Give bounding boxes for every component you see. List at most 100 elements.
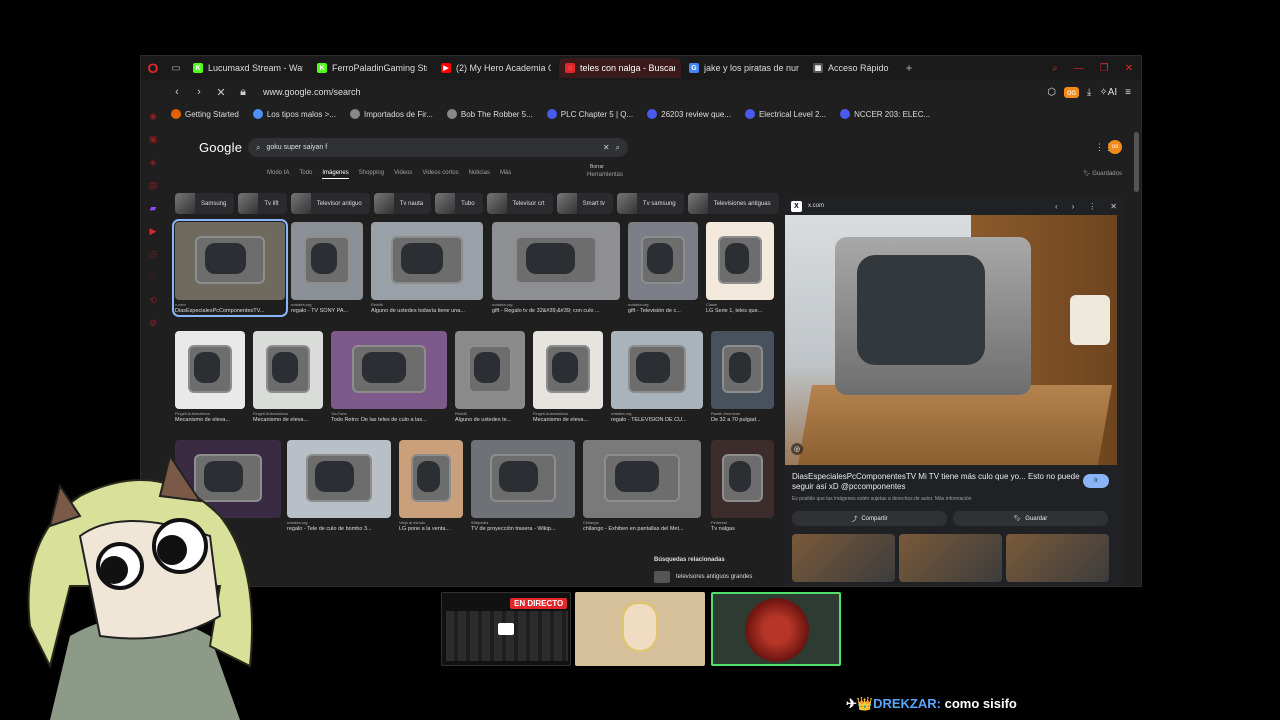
filter-chip[interactable]: Televisiones antiguas	[687, 193, 779, 214]
image-result[interactable]: Fingell Automations Mecanismo de eleva...	[175, 331, 245, 423]
image-result[interactable]: notabra.org regalo - Tele de culo de bomb…	[287, 440, 391, 532]
image-result[interactable]: Reddit Alguno de ustedes te...	[455, 331, 525, 423]
result-source[interactable]: Fingell Automations	[533, 411, 603, 416]
preview-source[interactable]: x.com	[808, 203, 824, 209]
result-thumbnail[interactable]	[291, 222, 363, 300]
result-source[interactable]: notabra.org	[291, 302, 363, 307]
related-image-1[interactable]	[792, 534, 895, 582]
sidebar-game-icon[interactable]: ◈	[147, 156, 159, 168]
result-caption[interactable]: DiasEspecialesPcComponentesTV...	[175, 308, 285, 314]
result-caption[interactable]: Mecanismo de eleva...	[175, 417, 245, 423]
result-source[interactable]: Reddit	[371, 302, 483, 307]
image-result[interactable]: notabra.org gift - Televisión de c...	[628, 222, 698, 314]
search-query[interactable]: goku super saiyan f	[266, 144, 596, 151]
result-source[interactable]: notabra.org	[628, 302, 698, 307]
menu-icon[interactable]: ≡	[1125, 87, 1131, 98]
browser-tab[interactable]: Gjake y los piratas de nunc	[683, 58, 805, 78]
filter-chip[interactable]: Tv lift	[238, 193, 287, 214]
result-source[interactable]: notabra.org	[492, 302, 620, 307]
extensions-icon[interactable]: ⬡	[1047, 87, 1056, 98]
result-caption[interactable]: LG Serie 1, teles que...	[706, 308, 774, 314]
visit-button[interactable]: Ir	[1083, 474, 1109, 488]
scene-thumb-screen[interactable]: EN DIRECTO	[441, 592, 571, 666]
search-tab[interactable]: Todo	[299, 170, 312, 179]
bookmark-item[interactable]: Importados de Fir...	[349, 109, 433, 119]
tab-menu-icon[interactable]: ▭	[165, 56, 187, 80]
account-avatar[interactable]: oo	[1108, 140, 1122, 154]
result-caption[interactable]: Tv nalgas	[711, 526, 774, 532]
save-button[interactable]: 🔖︎ Guardar	[953, 511, 1108, 526]
bookmark-item[interactable]: PLC Chapter 5 | Q...	[546, 109, 633, 119]
filter-chip[interactable]: Samsung	[175, 193, 235, 214]
sidebar-heart-icon[interactable]: ♡	[147, 271, 159, 283]
image-result[interactable]: x.com DiasEspecialesPcComponentesTV...	[172, 219, 288, 317]
result-caption[interactable]: Alguno de ustedes todavía tiene una...	[371, 308, 483, 314]
result-caption[interactable]: Alguno de ustedes te...	[455, 417, 525, 423]
url-field[interactable]: www.google.com/search	[263, 87, 361, 97]
search-tab[interactable]: Imágenes	[322, 170, 349, 179]
filter-chip[interactable]: Smart tv	[556, 193, 613, 214]
result-thumbnail[interactable]	[455, 331, 525, 409]
filter-chip[interactable]: Televisor crt	[486, 193, 553, 214]
result-thumbnail[interactable]	[175, 222, 285, 300]
filter-chip[interactable]: Tubo	[435, 193, 483, 214]
download-icon[interactable]: ⤓	[1087, 87, 1091, 98]
bookmark-item[interactable]: 26203 review que...	[647, 109, 731, 119]
result-caption[interactable]: gift - Regalo tv de 32&#39;&#39; con cul…	[492, 308, 620, 314]
result-source[interactable]: Fingell Automations	[175, 411, 245, 416]
minimize-icon[interactable]: —	[1074, 63, 1084, 74]
search-tab[interactable]: Shopping	[359, 170, 384, 179]
page-scrollbar[interactable]	[1134, 126, 1139, 586]
sidebar-bookmark-icon[interactable]: ▤	[147, 179, 159, 191]
filter-chip[interactable]: Televisor antiguo	[290, 193, 370, 214]
prev-icon[interactable]: ‹	[1055, 202, 1058, 211]
image-result[interactable]: Wikipedia TV de proyección trasera - Wiki…	[471, 440, 575, 532]
result-source[interactable]: Pinterest	[711, 520, 774, 525]
result-thumbnail[interactable]	[492, 222, 620, 300]
share-button[interactable]: ⤴ Compartir	[792, 511, 947, 526]
result-caption[interactable]: LG pone a la venta...	[399, 526, 463, 532]
result-caption[interactable]: Mecanismo de eleva...	[533, 417, 603, 423]
sidebar-settings-icon[interactable]: ⚙	[147, 317, 159, 329]
new-tab-button[interactable]: +	[899, 61, 919, 75]
image-result[interactable]: Reddit Alguno de ustedes todavía tiene un…	[371, 222, 483, 314]
filter-chip[interactable]: Tv nauta	[373, 193, 432, 214]
result-thumbnail[interactable]	[628, 222, 698, 300]
result-thumbnail[interactable]	[253, 331, 323, 409]
search-input[interactable]: ⌕ goku super saiyan f ✕ ⌕	[248, 138, 628, 157]
result-caption[interactable]: regalo - TV SONY PA...	[291, 308, 363, 314]
search-tab[interactable]: Noticias	[469, 170, 490, 179]
search-tab[interactable]: Más	[500, 170, 511, 179]
image-result[interactable]: notabra.org gift - Regalo tv de 32&#39;&#…	[492, 222, 620, 314]
result-source[interactable]: notabra.org	[287, 520, 391, 525]
browser-tab[interactable]: ▶ (2) My Hero Academia OS	[435, 58, 557, 78]
result-caption[interactable]: chilango - Exhiben en pantallas del Met.…	[583, 526, 701, 532]
result-thumbnail[interactable]	[711, 440, 774, 518]
related-item[interactable]: televisores antiguos grandes	[654, 571, 774, 583]
result-thumbnail[interactable]	[471, 440, 575, 518]
clear-icon[interactable]: ✕	[603, 143, 610, 152]
saved-link[interactable]: 🔖︎ Guardados	[1083, 170, 1122, 177]
result-caption[interactable]: Todo Retro: De las teles de culo a las..…	[331, 417, 447, 423]
result-thumbnail[interactable]	[287, 440, 391, 518]
result-source[interactable]: x.com	[175, 302, 285, 307]
browser-tab[interactable]: K FerroPaladinGaming Strea	[311, 58, 433, 78]
result-thumbnail[interactable]	[175, 331, 245, 409]
result-source[interactable]: Wikipedia	[471, 520, 575, 525]
image-result[interactable]: Fingell Automations Mecanismo de eleva...	[533, 331, 603, 423]
google-logo[interactable]: Google	[199, 140, 242, 155]
stop-icon[interactable]: ✕	[215, 86, 227, 99]
result-thumbnail[interactable]	[533, 331, 603, 409]
preview-title[interactable]: DiasEspecialesPcComponentesTV Mi TV tien…	[792, 472, 1082, 492]
image-result[interactable]: notabra.org regalo - TELEVISION DE CU...	[611, 331, 703, 423]
sidebar-youtube-icon[interactable]: ▶	[147, 225, 159, 237]
image-result[interactable]: notabra.org regalo - TV SONY PA...	[291, 222, 363, 314]
result-thumbnail[interactable]	[711, 331, 774, 409]
related-image-3[interactable]	[1006, 534, 1109, 582]
browser-tab[interactable]: ▦ Acceso Rápido	[807, 58, 899, 78]
filter-chip[interactable]: Tv samsung	[616, 193, 684, 214]
sidebar-history-icon[interactable]: ⟲	[147, 294, 159, 306]
search-submit-icon[interactable]: ⌕	[616, 143, 620, 153]
extension-badge[interactable]: oo	[1063, 86, 1079, 98]
image-result[interactable]: Fingell Automations Mecanismo de eleva...	[253, 331, 323, 423]
